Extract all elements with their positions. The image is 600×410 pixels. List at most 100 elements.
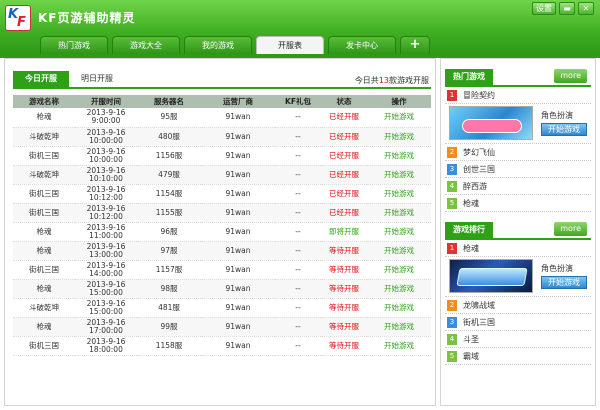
cell-action: 开始游戏 <box>367 165 431 185</box>
rank-number: 2 <box>447 146 457 158</box>
cell-game: 斗破乾坤 <box>13 165 75 185</box>
table-row: 枪魂 2013-9-16 13:00:00 97服 91wan -- 等待开服 开始游戏 <box>13 241 431 261</box>
minimize-icon[interactable]: ▬ <box>559 2 575 15</box>
cell-status: 已经开服 <box>321 165 367 185</box>
add-tab-button[interactable]: + <box>400 36 430 54</box>
cell-action: 开始游戏 <box>367 260 431 280</box>
rank-number: 5 <box>447 197 457 209</box>
rank-number: 3 <box>447 163 457 175</box>
cell-gift: -- <box>275 222 321 242</box>
cell-vendor: 91wan <box>201 317 275 337</box>
start-game-link[interactable]: 开始游戏 <box>384 341 414 350</box>
game-art <box>456 268 528 286</box>
server-table: 游戏名称 开服时间 服务器名 运营厂商 KF礼包 状态 操作 枪魂 2013-9-… <box>13 95 431 356</box>
hot-game-item[interactable]: 3 创世三国 <box>445 161 591 178</box>
start-game-link[interactable]: 开始游戏 <box>384 227 414 236</box>
cell-time: 2013-9-16 10:12:00 <box>75 184 137 204</box>
table-row: 街机三国 2013-9-16 10:12:00 1155服 91wan -- 已经开服 开始游… <box>13 203 431 223</box>
cell-action: 开始游戏 <box>367 298 431 318</box>
start-game-link[interactable]: 开始游戏 <box>384 284 414 293</box>
cell-status: 已经开服 <box>321 146 367 166</box>
hot-game-name: 枪魂 <box>463 198 479 208</box>
cell-time: 2013-9-16 17:00:00 <box>75 317 137 337</box>
cell-vendor: 91wan <box>201 146 275 166</box>
table-body: 枪魂 2013-9-16 9:00:00 95服 91wan -- 已经开服 开始游戏 斗破乾坤… <box>13 108 431 356</box>
cell-status: 等待开服 <box>321 336 367 356</box>
close-icon[interactable]: ✕ <box>578 2 594 15</box>
start-game-link[interactable]: 开始游戏 <box>384 322 414 331</box>
cell-vendor: 91wan <box>201 203 275 223</box>
ranking-play-button[interactable]: 开始游戏 <box>541 276 587 289</box>
cell-action: 开始游戏 <box>367 146 431 166</box>
start-game-link[interactable]: 开始游戏 <box>384 132 414 141</box>
ranking-item[interactable]: 4 斗圣 <box>445 331 591 348</box>
ranking-item[interactable]: 5 霸域 <box>445 348 591 365</box>
hot-game-feature-card: 角色扮演 开始游戏 <box>445 104 591 144</box>
app-title: KF页游辅助精灵 <box>38 11 136 25</box>
tab-card-center[interactable]: 发卡中心 <box>328 36 396 54</box>
start-game-link[interactable]: 开始游戏 <box>384 112 414 121</box>
hot-game-thumbnail[interactable] <box>449 106 533 140</box>
tab-all-games[interactable]: 游戏大全 <box>112 36 180 54</box>
tab-my-games[interactable]: 我的游戏 <box>184 36 252 54</box>
hot-games-more-button[interactable]: more <box>554 69 587 83</box>
cell-game: 街机三国 <box>13 260 75 280</box>
ranking-name: 龙啸战域 <box>463 300 495 310</box>
cell-time: 2013-9-16 10:10:00 <box>75 165 137 185</box>
cell-action: 开始游戏 <box>367 127 431 147</box>
subtab-tomorrow[interactable]: 明日开服 <box>69 71 125 87</box>
start-game-link[interactable]: 开始游戏 <box>384 265 414 274</box>
ranking-thumbnail[interactable] <box>449 259 533 293</box>
ranking-rest: 2 龙啸战域 3 街机三国 4 斗圣 5 霸域 <box>445 297 591 365</box>
hot-game-item[interactable]: 4 醉西游 <box>445 178 591 195</box>
start-game-link[interactable]: 开始游戏 <box>384 151 414 160</box>
rank-number: 1 <box>447 89 457 101</box>
cell-status: 等待开服 <box>321 317 367 337</box>
cell-server: 97服 <box>137 241 201 261</box>
column-header-gift: KF礼包 <box>275 95 321 108</box>
cell-clock: 10:12:00 <box>89 211 123 221</box>
cell-action: 开始游戏 <box>367 279 431 299</box>
start-game-link[interactable]: 开始游戏 <box>384 246 414 255</box>
cell-vendor: 91wan <box>201 336 275 356</box>
ranking-item[interactable]: 2 龙啸战域 <box>445 297 591 314</box>
ranking-more-button[interactable]: more <box>554 222 587 236</box>
ranking-featured[interactable]: 1 枪魂 <box>445 240 591 257</box>
cell-action: 开始游戏 <box>367 108 431 128</box>
rank-number: 1 <box>447 242 457 254</box>
start-game-link[interactable]: 开始游戏 <box>384 170 414 179</box>
start-game-link[interactable]: 开始游戏 <box>384 189 414 198</box>
cell-clock: 17:00:00 <box>89 325 123 335</box>
cell-gift: -- <box>275 203 321 223</box>
cell-vendor: 91wan <box>201 184 275 204</box>
rank-number: 2 <box>447 299 457 311</box>
start-game-link[interactable]: 开始游戏 <box>384 303 414 312</box>
rank-number: 5 <box>447 350 457 362</box>
start-game-link[interactable]: 开始游戏 <box>384 208 414 217</box>
cell-time: 2013-9-16 18:00:00 <box>75 336 137 356</box>
cell-server: 481服 <box>137 298 201 318</box>
hot-game-item[interactable]: 2 梦幻飞仙 <box>445 144 591 161</box>
hot-game-featured[interactable]: 1 冒险契约 <box>445 87 591 104</box>
subtab-today[interactable]: 今日开服 <box>13 71 69 87</box>
cell-clock: 10:00:00 <box>89 154 123 164</box>
cell-server: 95服 <box>137 108 201 128</box>
hot-game-item[interactable]: 5 枪魂 <box>445 195 591 212</box>
hot-game-name: 梦幻飞仙 <box>463 147 495 157</box>
ranking-header: 游戏排行 more <box>445 222 591 240</box>
cell-gift: -- <box>275 317 321 337</box>
settings-button[interactable]: 设置 <box>532 2 556 15</box>
table-row: 枪魂 2013-9-16 17:00:00 99服 91wan -- 等待开服 开始游戏 <box>13 317 431 337</box>
table-row: 枪魂 2013-9-16 9:00:00 95服 91wan -- 已经开服 开始游戏 <box>13 108 431 128</box>
window-controls: 设置 ▬ ✕ <box>532 2 594 15</box>
cell-game: 街机三国 <box>13 203 75 223</box>
cell-gift: -- <box>275 241 321 261</box>
cell-vendor: 91wan <box>201 298 275 318</box>
ranking-item[interactable]: 3 街机三国 <box>445 314 591 331</box>
tab-server-schedule[interactable]: 开服表 <box>256 36 324 54</box>
table-row: 斗破乾坤 2013-9-16 15:00:00 481服 91wan -- 等待开服 开始游戏 <box>13 298 431 318</box>
tab-hot-games[interactable]: 热门游戏 <box>40 36 108 54</box>
cell-action: 开始游戏 <box>367 203 431 223</box>
hot-game-play-button[interactable]: 开始游戏 <box>541 123 587 136</box>
cell-gift: -- <box>275 108 321 128</box>
